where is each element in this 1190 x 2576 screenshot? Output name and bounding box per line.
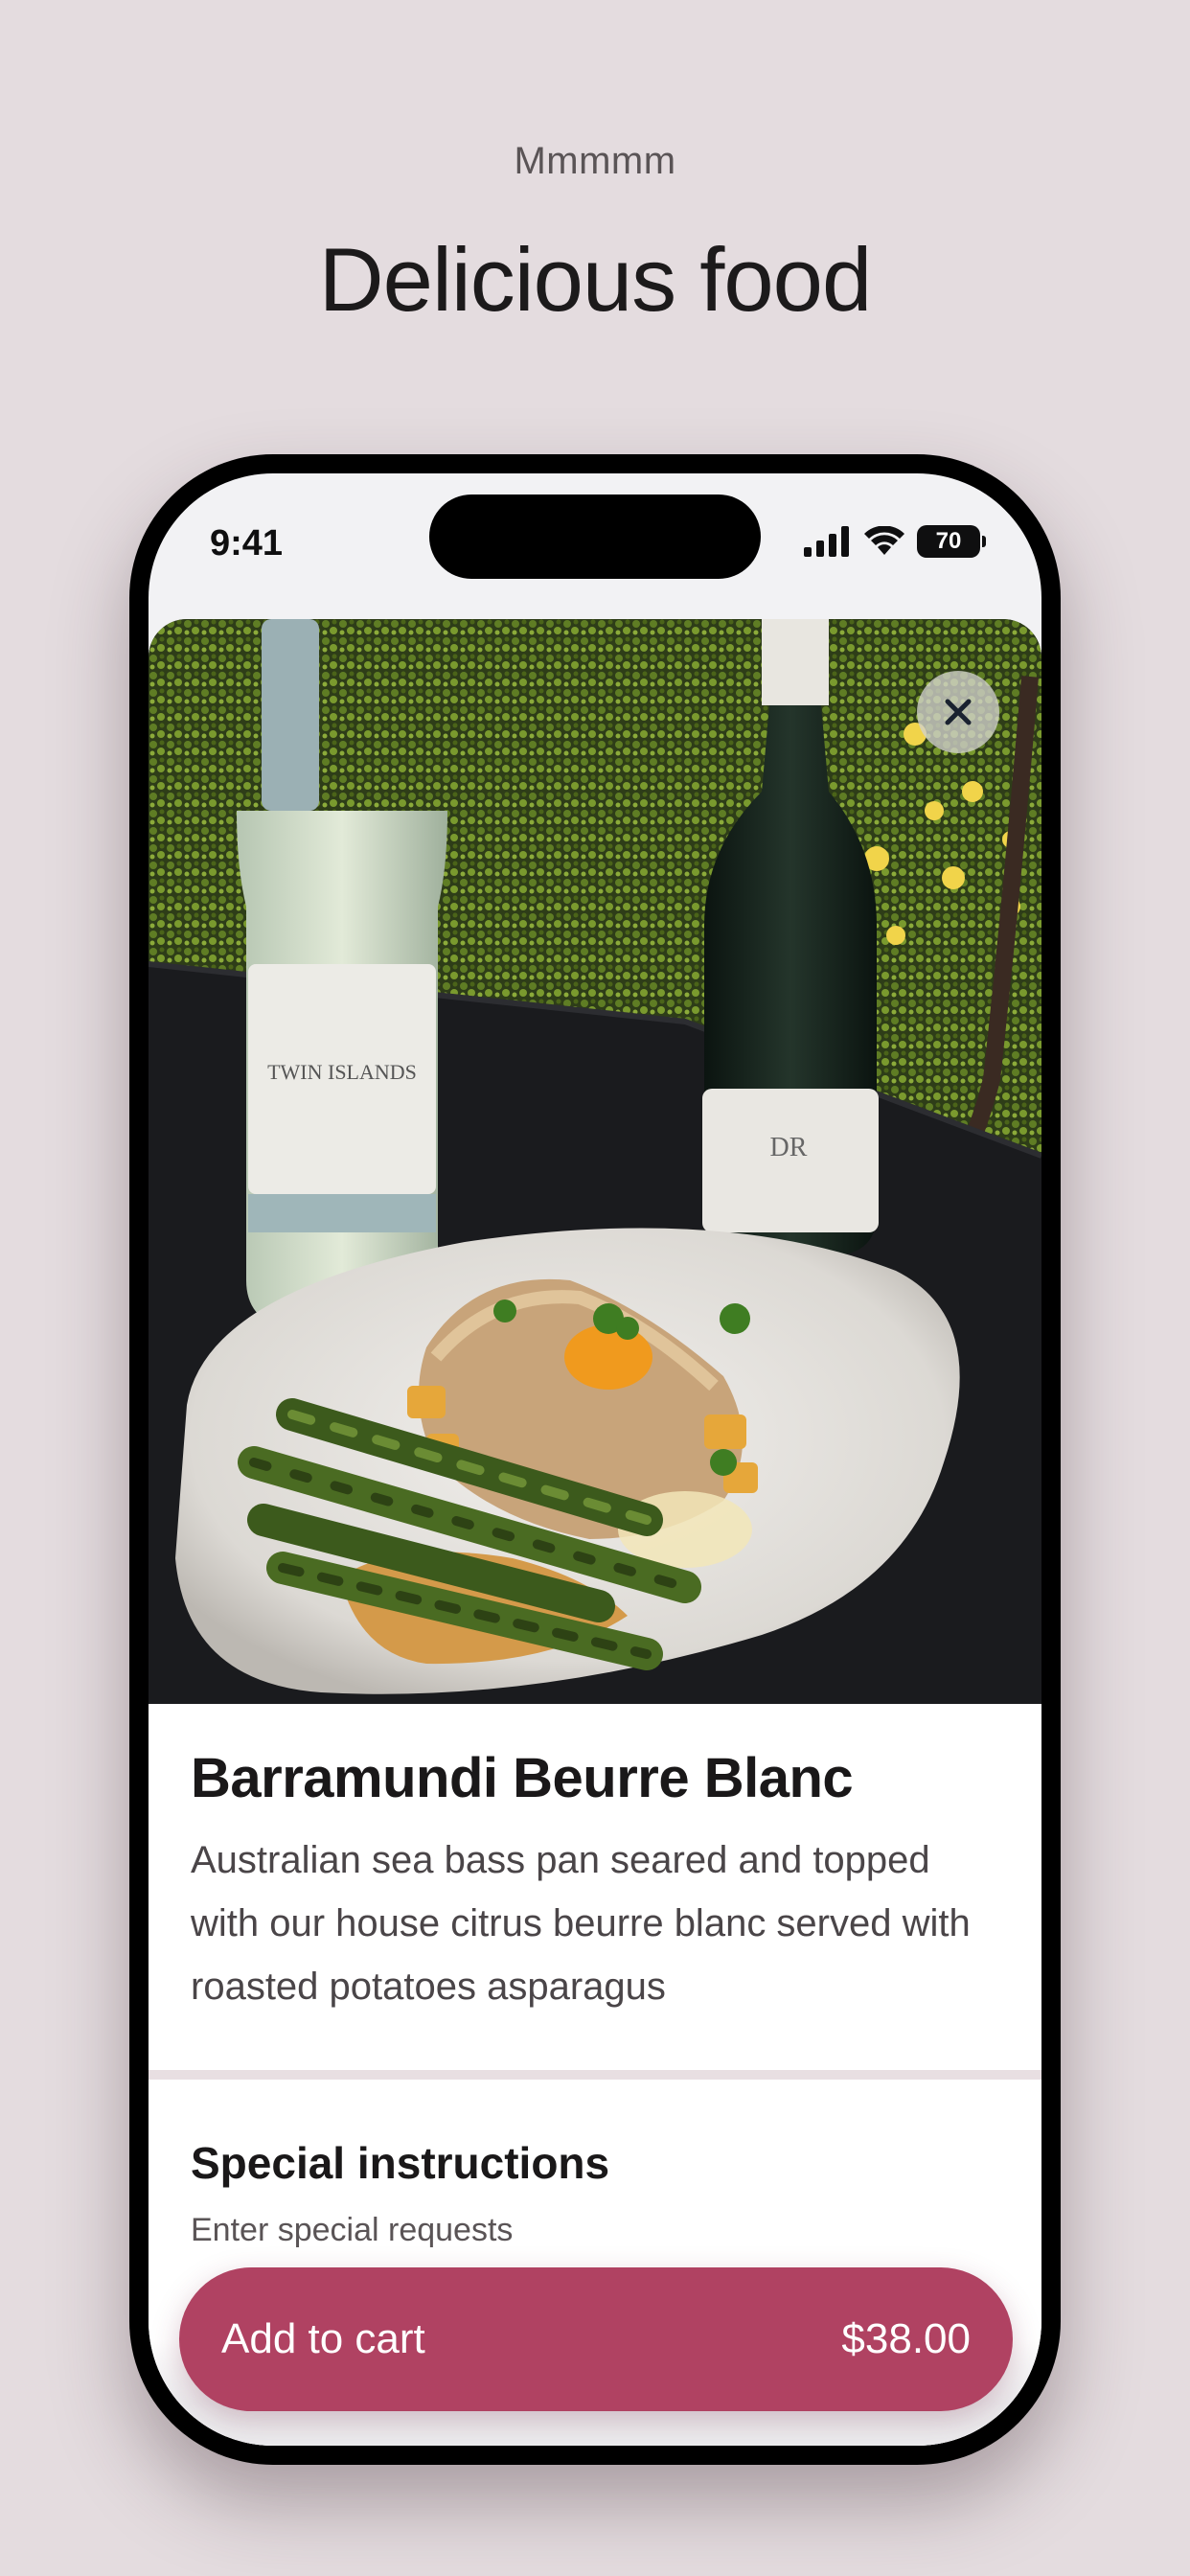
svg-text:TWIN ISLANDS: TWIN ISLANDS [267, 1060, 417, 1084]
special-instructions-input[interactable] [191, 2212, 995, 2249]
headline: Delicious food [318, 229, 872, 330]
add-to-cart-label: Add to cart [221, 2315, 425, 2362]
item-photo: TWIN ISLANDS DR [149, 619, 1041, 1704]
item-title: Barramundi Beurre Blanc [191, 1747, 854, 1809]
wifi-icon [864, 526, 904, 555]
dynamic-island [429, 494, 761, 579]
section-divider [149, 2070, 1041, 2080]
item-detail-sheet: TWIN ISLANDS DR Barramundi Beurre Blanc … [149, 619, 1041, 2446]
cart-price: $38.00 [841, 2315, 971, 2362]
close-button[interactable] [917, 671, 999, 753]
eyebrow-text: Mmmmm [514, 140, 676, 182]
add-to-cart-button[interactable]: Add to cart $38.00 [179, 2267, 1013, 2411]
status-bar: 9:41 70 [149, 473, 1041, 617]
special-instructions-title: Special instructions [191, 2138, 610, 2188]
food-photo-illustration: TWIN ISLANDS DR [149, 619, 1041, 1704]
close-icon [945, 699, 972, 725]
phone-frame: 9:41 70 TWIN ISLANDS DR Barramundi Beurr… [129, 454, 1061, 2465]
svg-text:DR: DR [770, 1133, 808, 1162]
marketing-page: Mmmmm Delicious food 9:41 70 TWIN ISLAND… [0, 0, 1190, 2576]
status-time: 9:41 [210, 523, 284, 564]
battery-icon: 70 [917, 525, 986, 558]
item-description: Australian sea bass pan seared and toppe… [191, 1839, 971, 2008]
cellular-signal-icon [804, 526, 849, 557]
phone-screen: 9:41 70 TWIN ISLANDS DR Barramundi Beurr… [149, 473, 1041, 2446]
status-icons: 70 [804, 525, 986, 558]
